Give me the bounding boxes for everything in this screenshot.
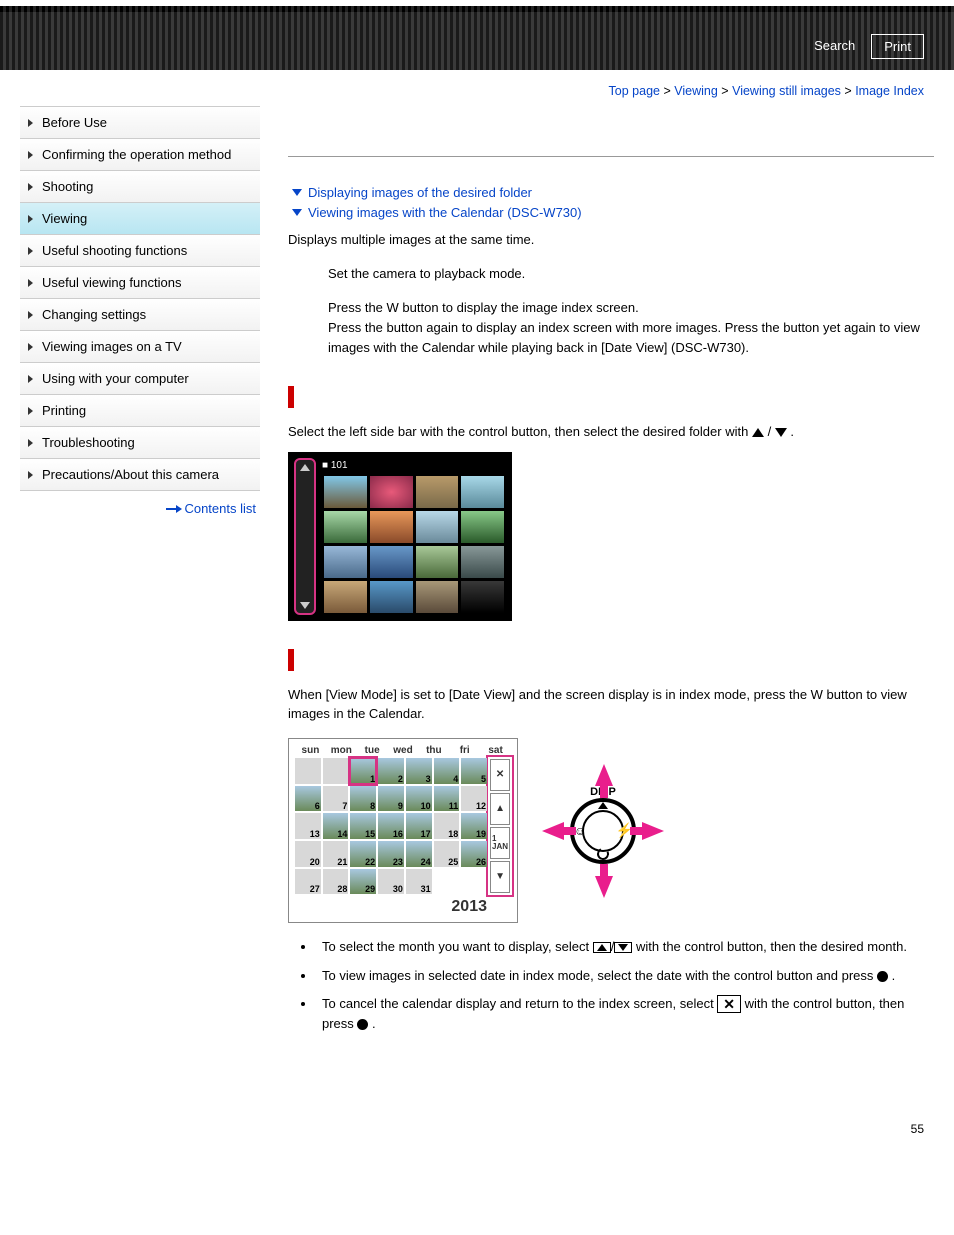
boxed-down-icon bbox=[614, 942, 632, 953]
nav-shooting[interactable]: Shooting bbox=[20, 170, 260, 202]
down-triangle-icon bbox=[775, 428, 787, 437]
pink-arrow-left-icon bbox=[542, 822, 564, 840]
bullet-view-date: To view images in selected date in index… bbox=[316, 966, 934, 986]
arrow-right-icon bbox=[166, 505, 182, 513]
boxed-up-icon bbox=[593, 942, 611, 953]
folder-sidebar-highlight bbox=[294, 458, 316, 615]
calendar-bullets: To select the month you want to display,… bbox=[316, 937, 934, 1034]
contents-list-row: Contents list bbox=[20, 491, 260, 516]
step-2: Press the W button to display the image … bbox=[328, 298, 934, 358]
thumb bbox=[461, 581, 504, 613]
selected-date: 1 bbox=[350, 758, 376, 784]
up-arrow-icon bbox=[300, 464, 310, 471]
breadcrumb-current[interactable]: Image Index bbox=[855, 84, 924, 98]
nav-useful-shooting[interactable]: Useful shooting functions bbox=[20, 234, 260, 266]
section-marker-icon bbox=[288, 649, 294, 671]
contents-list-link[interactable]: Contents list bbox=[184, 501, 256, 516]
center-button-icon bbox=[357, 1019, 368, 1030]
nav-before-use[interactable]: Before Use bbox=[20, 106, 260, 138]
nav-troubleshooting[interactable]: Troubleshooting bbox=[20, 426, 260, 458]
nav-printing[interactable]: Printing bbox=[20, 394, 260, 426]
breadcrumb: Top page > Viewing > Viewing still image… bbox=[0, 70, 954, 106]
pink-arrow-right-icon bbox=[642, 822, 664, 840]
anchor-displaying-folder[interactable]: Displaying images of the desired folder bbox=[288, 185, 934, 200]
boxed-close-icon: ✕ bbox=[717, 995, 741, 1013]
page-number: 55 bbox=[0, 1082, 954, 1156]
print-button[interactable]: Print bbox=[871, 34, 924, 59]
pink-arrow-up-icon bbox=[595, 764, 613, 786]
month-indicator: 1 JAN bbox=[490, 827, 510, 859]
nav-computer[interactable]: Using with your computer bbox=[20, 362, 260, 394]
thumb bbox=[416, 546, 459, 578]
step-1: Set the camera to playback mode. bbox=[328, 264, 934, 284]
breadcrumb-link[interactable]: Viewing still images bbox=[732, 84, 841, 98]
calendar-year: 2013 bbox=[295, 894, 511, 916]
pink-arrow-down-icon bbox=[595, 876, 613, 898]
nav-viewing-tv[interactable]: Viewing images on a TV bbox=[20, 330, 260, 362]
breadcrumb-link[interactable]: Top page bbox=[609, 84, 660, 98]
calendar-intro: When [View Mode] is set to [Date View] a… bbox=[288, 685, 934, 724]
sidebar-nav: Before Use Confirming the operation meth… bbox=[20, 106, 260, 491]
image-index-screenshot: ■ 101 bbox=[288, 452, 512, 621]
main-content: Displaying images of the desired folder … bbox=[288, 106, 934, 1042]
nav-viewing[interactable]: Viewing bbox=[20, 202, 260, 234]
close-icon: ✕ bbox=[490, 759, 510, 791]
thumb bbox=[416, 476, 459, 508]
thumb bbox=[370, 546, 413, 578]
thumb bbox=[324, 546, 367, 578]
thumb bbox=[416, 581, 459, 613]
nav-changing-settings[interactable]: Changing settings bbox=[20, 298, 260, 330]
thumb bbox=[461, 511, 504, 543]
thumb bbox=[370, 476, 413, 508]
thumb bbox=[324, 511, 367, 543]
bullet-select-month: To select the month you want to display,… bbox=[316, 937, 934, 957]
thumb bbox=[324, 581, 367, 613]
thumb bbox=[370, 511, 413, 543]
center-button-icon bbox=[877, 971, 888, 982]
nav-confirming-operation[interactable]: Confirming the operation method bbox=[20, 138, 260, 170]
thumb bbox=[461, 546, 504, 578]
thumb bbox=[324, 476, 367, 508]
control-button-diagram: DISP ☺ ⚡ bbox=[548, 766, 658, 896]
up-triangle-icon: ▲ bbox=[490, 793, 510, 825]
bullet-cancel: To cancel the calendar display and retur… bbox=[316, 994, 934, 1034]
calendar-side-controls: ✕ ▲ 1 JAN ▼ bbox=[489, 758, 511, 895]
up-triangle-icon bbox=[752, 428, 764, 437]
dial-up-icon bbox=[598, 802, 608, 809]
thumb bbox=[461, 476, 504, 508]
thumb bbox=[370, 581, 413, 613]
title-separator bbox=[288, 156, 934, 157]
top-banner: Search Print bbox=[0, 0, 954, 70]
folder-number: ■ 101 bbox=[322, 460, 348, 471]
nav-useful-viewing[interactable]: Useful viewing functions bbox=[20, 266, 260, 298]
calendar-screenshot: sun mon tue wed thu fri sat 1 2 3 4 5 bbox=[288, 738, 518, 924]
intro-text: Displays multiple images at the same tim… bbox=[288, 230, 934, 250]
anchor-calendar[interactable]: Viewing images with the Calendar (DSC-W7… bbox=[288, 205, 934, 220]
down-triangle-icon: ▼ bbox=[490, 861, 510, 893]
thumb bbox=[416, 511, 459, 543]
folder-instruction: Select the left side bar with the contro… bbox=[288, 422, 934, 442]
search-button[interactable]: Search bbox=[802, 34, 861, 59]
section-marker-icon bbox=[288, 386, 294, 408]
breadcrumb-link[interactable]: Viewing bbox=[674, 84, 718, 98]
nav-precautions[interactable]: Precautions/About this camera bbox=[20, 458, 260, 490]
down-arrow-icon bbox=[300, 602, 310, 609]
